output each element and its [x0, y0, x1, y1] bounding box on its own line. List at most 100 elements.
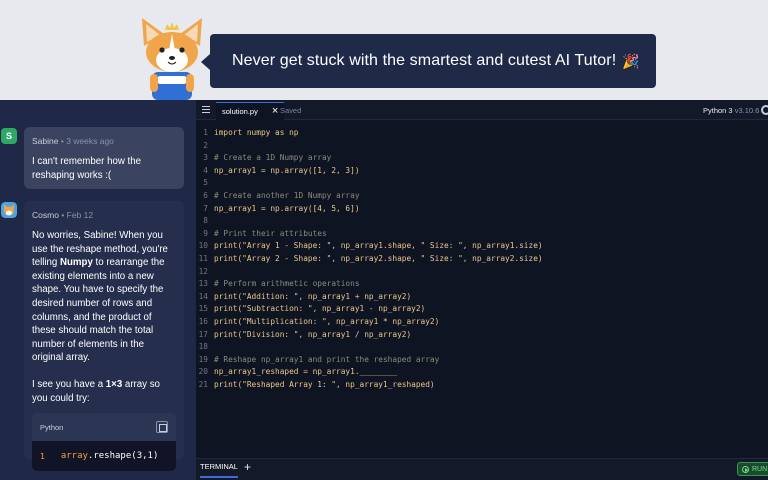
code-line[interactable]: 1 import numpy as np: [196, 127, 768, 140]
language-version: Python 3 v3.10.6: [703, 106, 760, 115]
line-number: 10: [198, 241, 208, 251]
chat-message-user: Sabine • 3 weeks ago I can't remember ho…: [24, 127, 184, 189]
play-icon: [742, 465, 749, 473]
code-text: print("Reshaped Array 1: ", np_array1_re…: [214, 379, 435, 389]
code-line[interactable]: 10 print("Array 1 - Shape: ", np_array1.s…: [196, 240, 768, 253]
code-snippet-header: Python: [32, 413, 176, 441]
run-button[interactable]: RUN: [737, 462, 768, 476]
code-line[interactable]: 18: [196, 341, 768, 354]
tab-solution-py[interactable]: solution.py ×: [216, 102, 285, 120]
message-paragraph: No worries, Sabine! When you use the res…: [32, 230, 168, 364]
code-line[interactable]: 3 # Create a 1D Numpy array: [196, 152, 768, 165]
code-line[interactable]: 20 np_array1_reshaped = np_array1._______…: [196, 366, 768, 379]
code-text: print("Multiplication: ", np_array1 * np…: [214, 316, 440, 326]
code-line[interactable]: 2: [196, 140, 768, 153]
corgi-mascot-icon: [142, 18, 202, 100]
line-number: 9: [203, 228, 208, 238]
code-line[interactable]: 7 np_array1 = np.array([4, 5, 6]): [196, 203, 768, 216]
line-number: 20: [198, 367, 208, 377]
add-terminal-button[interactable]: +: [244, 460, 251, 474]
code-comment: # Create a 1D Numpy array: [214, 153, 332, 163]
file-tab-label: solution.py: [222, 107, 258, 116]
line-number: 8: [203, 216, 208, 226]
line-number: 17: [198, 329, 208, 339]
code-text: np_array1 = np.array([1, 2, 3]): [214, 165, 360, 175]
code-line[interactable]: 13 # Perform arithmetic operations: [196, 278, 768, 291]
hamburger-menu-icon[interactable]: [202, 106, 210, 113]
code-text: print("Addition: ", np_array1 + np_array…: [214, 291, 412, 301]
tab-terminal[interactable]: TERMINAL: [200, 462, 238, 478]
code-comment: # Create another 1D Numpy array: [214, 190, 360, 200]
message-meta: Sabine • 3 weeks ago: [32, 136, 114, 146]
code-line[interactable]: 5: [196, 177, 768, 190]
code-text: print("Subtraction: ", np_array1 - np_ar…: [214, 304, 426, 314]
line-number: 3: [203, 153, 208, 163]
line-number: 11: [198, 253, 208, 263]
code-snippet-body: 1 array.reshape(3,1): [32, 441, 176, 472]
code-line[interactable]: 14 print("Addition: ", np_array1 + np_arr…: [196, 291, 768, 304]
code-line[interactable]: 8: [196, 215, 768, 228]
code-comment: # Print their attributes: [214, 228, 327, 238]
run-label: RUN: [752, 465, 768, 473]
line-number: 15: [198, 304, 208, 314]
line-number: 21: [198, 379, 208, 389]
bottom-panel: TERMINAL + RUN: [196, 458, 768, 480]
code-line: array.reshape(3,1): [60, 451, 159, 462]
cosmo-avatar-icon: [1, 202, 17, 218]
code-language-label: Python: [40, 422, 64, 432]
line-number: 2: [203, 140, 208, 150]
code-line[interactable]: 9 # Print their attributes: [196, 228, 768, 241]
line-number: 13: [198, 279, 208, 289]
message-meta: Cosmo • Feb 12: [32, 210, 94, 220]
message-text: No worries, Sabine! When you use the res…: [32, 229, 176, 405]
message-time: Feb 12: [66, 210, 94, 220]
code-line[interactable]: 4 np_array1 = np.array([1, 2, 3]): [196, 165, 768, 178]
code-editor: solution.py × Saved Python 3 v3.10.6 1 im…: [196, 100, 768, 480]
code-snippet: Python 1 array.reshape(3,1): [32, 413, 176, 472]
code-line[interactable]: 19 # Reshape np_array1 and print the resh…: [196, 354, 768, 367]
code-line[interactable]: 12: [196, 266, 768, 279]
code-line[interactable]: 21 print("Reshaped Array 1: ", np_array1_…: [196, 379, 768, 392]
save-status: Saved: [280, 106, 302, 115]
close-icon[interactable]: ×: [272, 106, 278, 117]
line-number: 7: [203, 203, 208, 213]
line-number: 16: [198, 316, 208, 326]
message-text: I can't remember how the reshaping works…: [32, 156, 141, 181]
tagline-bubble: Never get stuck with the smartest and cu…: [201, 34, 656, 88]
copy-icon[interactable]: [156, 421, 168, 434]
code-text: print("Division: ", np_array1 / np_array…: [214, 329, 412, 339]
code-text: np_array1 = np.array([4, 5, 6]): [214, 203, 360, 213]
code-area[interactable]: 1 import numpy as np 2 3 # Create a 1D Numpy…: [196, 127, 768, 391]
chat-panel: S Sabine • 3 weeks ago I can't remember …: [0, 100, 196, 480]
code-text: np_array1_reshaped = np_array1.________: [214, 367, 398, 377]
party-popper-icon: 🎉: [622, 52, 640, 69]
settings-icon[interactable]: [761, 105, 768, 115]
code-line[interactable]: 15 print("Subtraction: ", np_array1 - np_…: [196, 303, 768, 316]
tagline-text: Never get stuck with the smartest and cu…: [232, 52, 617, 69]
editor-tabbar: solution.py × Saved Python 3 v3.10.6: [196, 100, 768, 120]
line-number: 5: [203, 178, 208, 188]
line-number: 18: [198, 342, 208, 352]
code-text: print("Array 2 - Shape: ", np_array2.sha…: [214, 253, 543, 263]
line-number: 4: [203, 165, 208, 175]
code-comment: # Perform arithmetic operations: [214, 279, 360, 289]
chat-message-tutor: Cosmo • Feb 12 No worries, Sabine! When …: [24, 201, 184, 472]
code-line[interactable]: 6 # Create another 1D Numpy array: [196, 190, 768, 203]
line-number: 12: [198, 266, 208, 276]
message-time: 3 weeks ago: [66, 136, 114, 146]
code-line[interactable]: 11 print("Array 2 - Shape: ", np_array2.s…: [196, 253, 768, 266]
code-text: import numpy as np: [214, 128, 299, 137]
author-name: Sabine: [32, 136, 59, 146]
code-comment: # Reshape np_array1 and print the reshap…: [214, 354, 440, 364]
line-number: 6: [203, 190, 208, 200]
promo-banner: Never get stuck with the smartest and cu…: [0, 0, 768, 100]
user-avatar: S: [1, 128, 17, 144]
line-number: 1: [203, 128, 208, 137]
code-line[interactable]: 16 print("Multiplication: ", np_array1 * …: [196, 316, 768, 329]
code-line[interactable]: 17 print("Division: ", np_array1 / np_arr…: [196, 329, 768, 342]
code-text: print("Array 1 - Shape: ", np_array1.sha…: [214, 241, 543, 251]
code-line-number: 1: [40, 451, 45, 461]
author-name: Cosmo: [32, 210, 59, 220]
line-number: 19: [198, 354, 208, 364]
message-paragraph: I see you have a 1×3 array so you could …: [32, 378, 160, 404]
